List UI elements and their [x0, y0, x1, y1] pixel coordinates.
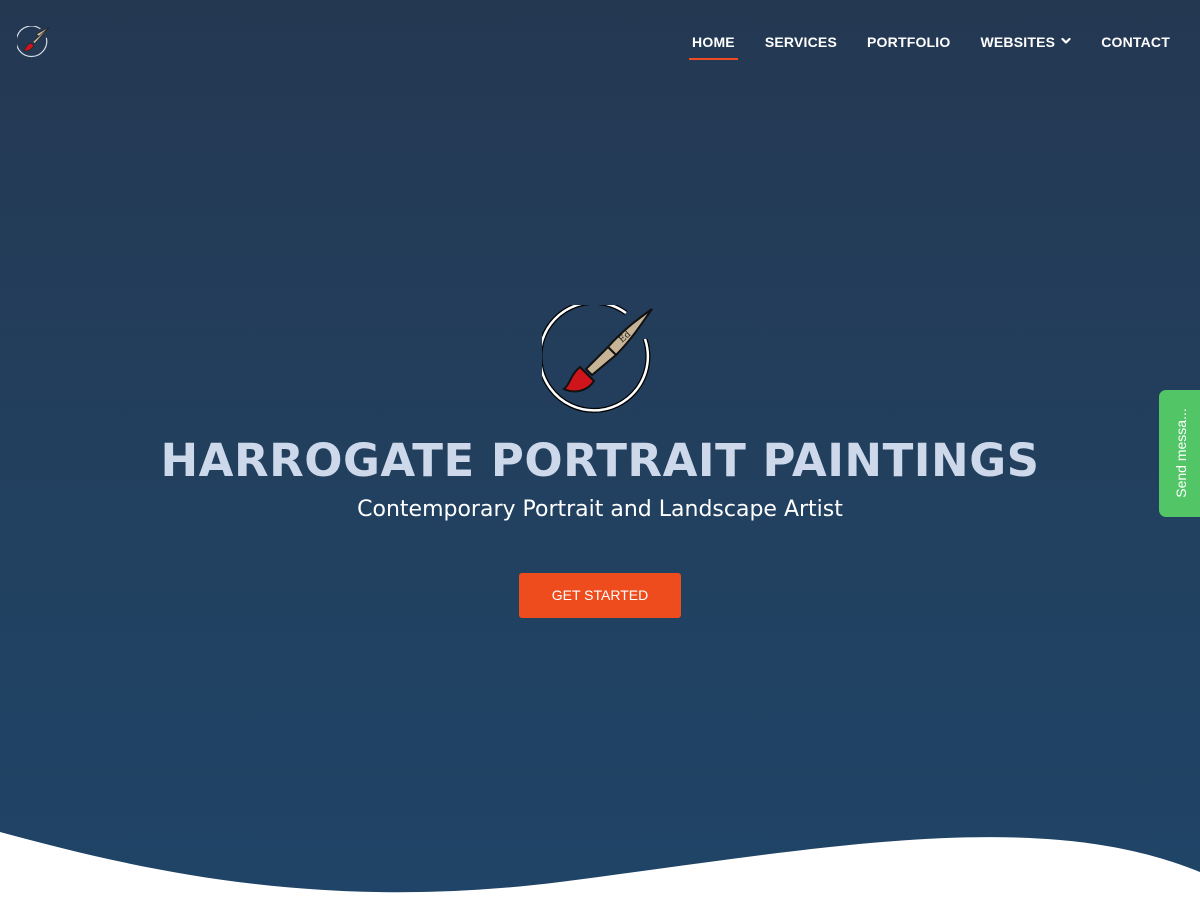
send-message-label: Send messa...	[1173, 408, 1189, 498]
wave-divider	[0, 832, 1200, 902]
send-message-tab[interactable]: Send messa...	[1159, 390, 1200, 517]
nav-services-label: SERVICES	[764, 34, 838, 50]
get-started-button[interactable]: GET STARTED	[519, 573, 681, 618]
chevron-down-icon	[1061, 37, 1071, 44]
nav-websites[interactable]: WEBSITES	[965, 32, 1086, 58]
paintbrush-logo-icon[interactable]	[17, 26, 51, 60]
nav-services[interactable]: SERVICES	[750, 32, 852, 58]
hero-content: Ed HARROGATE PORTRAIT PAINTINGS Contempo…	[0, 305, 1200, 525]
hero-section: HOME SERVICES PORTFOLIO WEBSITES CONTACT	[0, 0, 1200, 902]
nav-contact-label: CONTACT	[1101, 34, 1170, 50]
nav-contact[interactable]: CONTACT	[1086, 32, 1170, 58]
nav-websites-label: WEBSITES	[980, 34, 1056, 50]
nav-home[interactable]: HOME	[677, 32, 750, 60]
nav-portfolio[interactable]: PORTFOLIO	[852, 32, 965, 58]
paintbrush-logo-icon: Ed	[542, 305, 653, 413]
nav-portfolio-label: PORTFOLIO	[867, 34, 951, 50]
page-title: HARROGATE PORTRAIT PAINTINGS	[160, 434, 1040, 487]
top-navigation: HOME SERVICES PORTFOLIO WEBSITES CONTACT	[0, 0, 1200, 84]
main-menu: HOME SERVICES PORTFOLIO WEBSITES CONTACT	[677, 32, 1170, 60]
nav-home-label: HOME	[692, 34, 735, 50]
page-subtitle: Contemporary Portrait and Landscape Arti…	[357, 497, 843, 522]
